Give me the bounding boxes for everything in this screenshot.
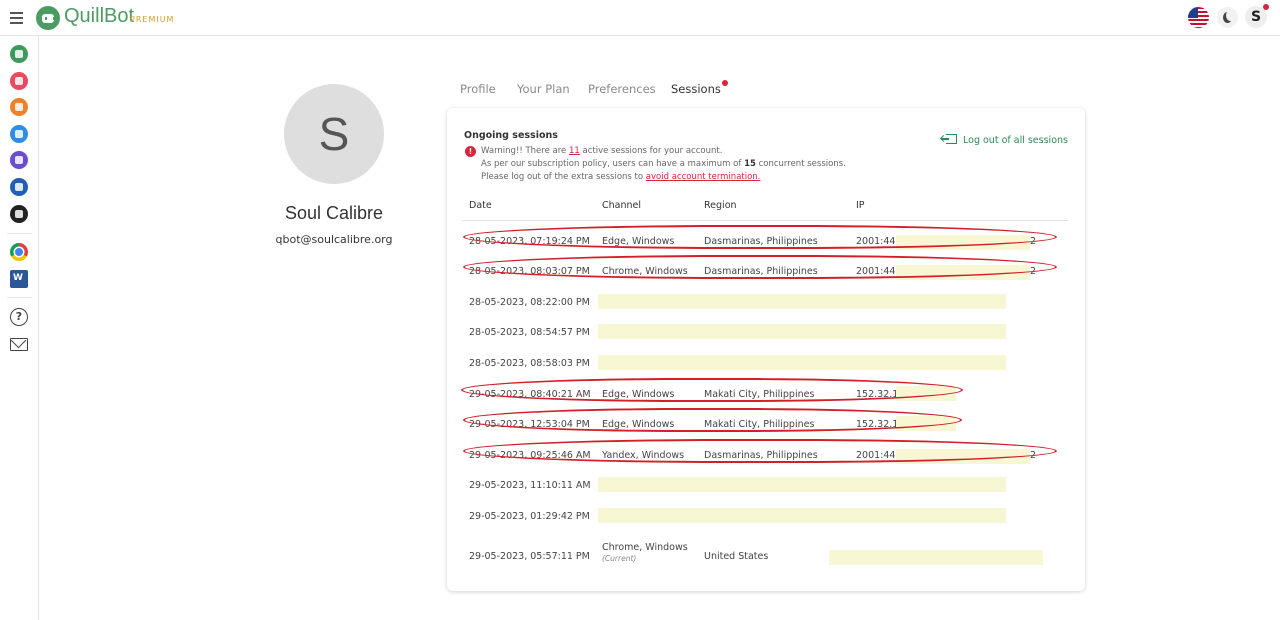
redacted-block	[598, 324, 1006, 339]
redacted-block	[598, 355, 1006, 370]
tab-your-plan[interactable]: Your Plan	[517, 82, 570, 96]
ai-detector-icon[interactable]	[10, 98, 28, 116]
session-region-text: United States	[704, 551, 769, 562]
table-row: 28-05-2023, 08:03:07 PM Chrome, Windows Da…	[462, 255, 1068, 282]
avoid-termination-link[interactable]: avoid account termination.	[646, 172, 761, 182]
session-date: 29-05-2023, 01:29:42 PM	[469, 511, 590, 522]
chrome-extension-icon[interactable]	[10, 243, 28, 261]
table-row: 29-05-2023, 12:53:04 PM Edge, Windows Maka…	[462, 408, 1068, 435]
account-avatar[interactable]: S	[1245, 4, 1269, 28]
session-date: 28-05-2023, 08:22:00 PM	[469, 297, 590, 308]
warning-suffix: active sessions for your account.	[579, 146, 723, 156]
session-date-text: 29-05-2023, 11:10:11 AM	[469, 480, 591, 491]
session-date-text: 28-05-2023, 08:22:00 PM	[469, 297, 590, 308]
dark-mode-toggle-icon[interactable]	[1217, 7, 1238, 28]
logout-advice-prefix: Please log out of the extra sessions to	[481, 172, 646, 182]
table-row: 28-05-2023, 08:22:00 PM	[462, 293, 1068, 313]
account-avatar-initial: S	[1250, 9, 1262, 25]
help-icon[interactable]: ?	[10, 308, 28, 326]
policy-max: 15	[744, 159, 756, 169]
profile-avatar: S	[284, 84, 384, 184]
session-date-text: 29-05-2023, 05:57:11 PM	[469, 551, 590, 562]
redacted-block	[829, 550, 1043, 565]
notification-dot	[1263, 4, 1269, 10]
sessions-title: Ongoing sessions	[464, 130, 558, 141]
profile-email: qbot@soulcalibre.org	[275, 233, 393, 246]
word-addin-icon[interactable]	[10, 270, 28, 288]
highlight-ring	[463, 439, 1057, 463]
premium-badge: PREMIUM	[130, 15, 175, 24]
sessions-alert-dot	[721, 80, 728, 86]
table-row: 29-05-2023, 08:40:21 AM Edge, Windows Maka…	[461, 378, 1068, 405]
grammar-checker-icon[interactable]	[10, 72, 28, 90]
summarizer-icon[interactable]	[10, 151, 28, 169]
logout-icon	[941, 134, 957, 144]
profile-name: Soul Calibre	[284, 203, 384, 223]
logout-all-label: Log out of all sessions	[963, 135, 1068, 146]
session-date: 28-05-2023, 08:58:03 PM	[469, 358, 590, 369]
session-date-text: 28-05-2023, 08:54:57 PM	[469, 327, 590, 338]
column-date: Date	[469, 200, 492, 211]
us-flag-icon[interactable]	[1188, 7, 1209, 28]
policy-prefix: As per our subscription policy, users ca…	[481, 159, 745, 169]
table-row: 28-05-2023, 08:54:57 PM	[462, 323, 1068, 343]
paraphraser-icon[interactable]	[10, 45, 28, 63]
session-region: United States	[704, 551, 768, 562]
session-date: 29-05-2023, 11:10:11 AM	[469, 480, 591, 491]
redacted-block	[598, 508, 1006, 523]
redacted-block	[598, 477, 1006, 492]
session-date: 29-05-2023, 05:57:11 PM	[469, 551, 590, 562]
table-row: 28-05-2023, 08:58:03 PM	[462, 354, 1068, 374]
quillbot-logo-icon[interactable]	[36, 6, 60, 30]
sessions-card: Ongoing sessions ! Warning!! There are 1…	[447, 108, 1085, 591]
co-writer-icon[interactable]	[10, 125, 28, 143]
current-session-note: (Current)	[602, 554, 637, 563]
logout-all-button[interactable]: Log out of all sessions	[941, 134, 1068, 146]
policy-suffix: concurrent sessions.	[755, 159, 846, 169]
tab-profile[interactable]: Profile	[460, 82, 496, 96]
brand-name[interactable]: QuillBot	[64, 5, 134, 28]
highlight-ring	[463, 408, 962, 432]
mail-icon[interactable]	[10, 338, 28, 351]
column-channel: Channel	[602, 200, 642, 211]
citation-generator-icon[interactable]	[10, 178, 28, 196]
logout-advice-text: Please log out of the extra sessions to …	[481, 172, 760, 182]
table-row: 29-05-2023, 05:57:11 PM Chrome, Windows (C…	[462, 542, 1068, 565]
session-date-text: 29-05-2023, 01:29:42 PM	[469, 511, 590, 522]
sidebar-divider	[7, 297, 31, 298]
tab-sessions-label: Sessions	[671, 82, 721, 96]
session-channel-text: Chrome, Windows	[602, 542, 688, 553]
warning-icon: !	[465, 146, 476, 157]
table-row: 28-05-2023, 07:19:24 PM Edge, Windows Dasm…	[462, 225, 1068, 252]
sidebar-divider	[7, 233, 31, 234]
table-row: 29-05-2023, 09:25:46 AM Yandex, Windows Da…	[462, 439, 1068, 466]
menu-icon[interactable]	[10, 12, 23, 24]
tab-sessions[interactable]: Sessions	[671, 80, 728, 96]
translator-icon[interactable]	[10, 205, 28, 223]
table-row: 29-05-2023, 01:29:42 PM	[462, 507, 1068, 527]
highlight-ring	[463, 255, 1057, 279]
top-bar: QuillBot PREMIUM S	[0, 0, 1280, 36]
column-ip: IP	[856, 200, 865, 211]
redacted-block	[598, 294, 1006, 309]
table-row: 29-05-2023, 11:10:11 AM	[462, 476, 1068, 496]
session-date-text: 28-05-2023, 08:58:03 PM	[469, 358, 590, 369]
session-channel: Chrome, Windows (Current)	[602, 542, 688, 563]
warning-count: 11	[568, 146, 580, 156]
highlight-ring	[463, 225, 1057, 249]
column-region: Region	[704, 200, 737, 211]
policy-text: As per our subscription policy, users ca…	[481, 159, 846, 169]
highlight-ring	[461, 378, 963, 402]
tab-preferences[interactable]: Preferences	[588, 82, 656, 96]
warning-text: Warning!! There are 11 active sessions f…	[481, 146, 722, 156]
session-date: 28-05-2023, 08:54:57 PM	[469, 327, 590, 338]
sessions-table-header: Date Channel Region IP	[462, 194, 1068, 221]
warning-prefix: Warning!! There are	[481, 146, 569, 156]
sidebar: ?	[0, 36, 39, 620]
